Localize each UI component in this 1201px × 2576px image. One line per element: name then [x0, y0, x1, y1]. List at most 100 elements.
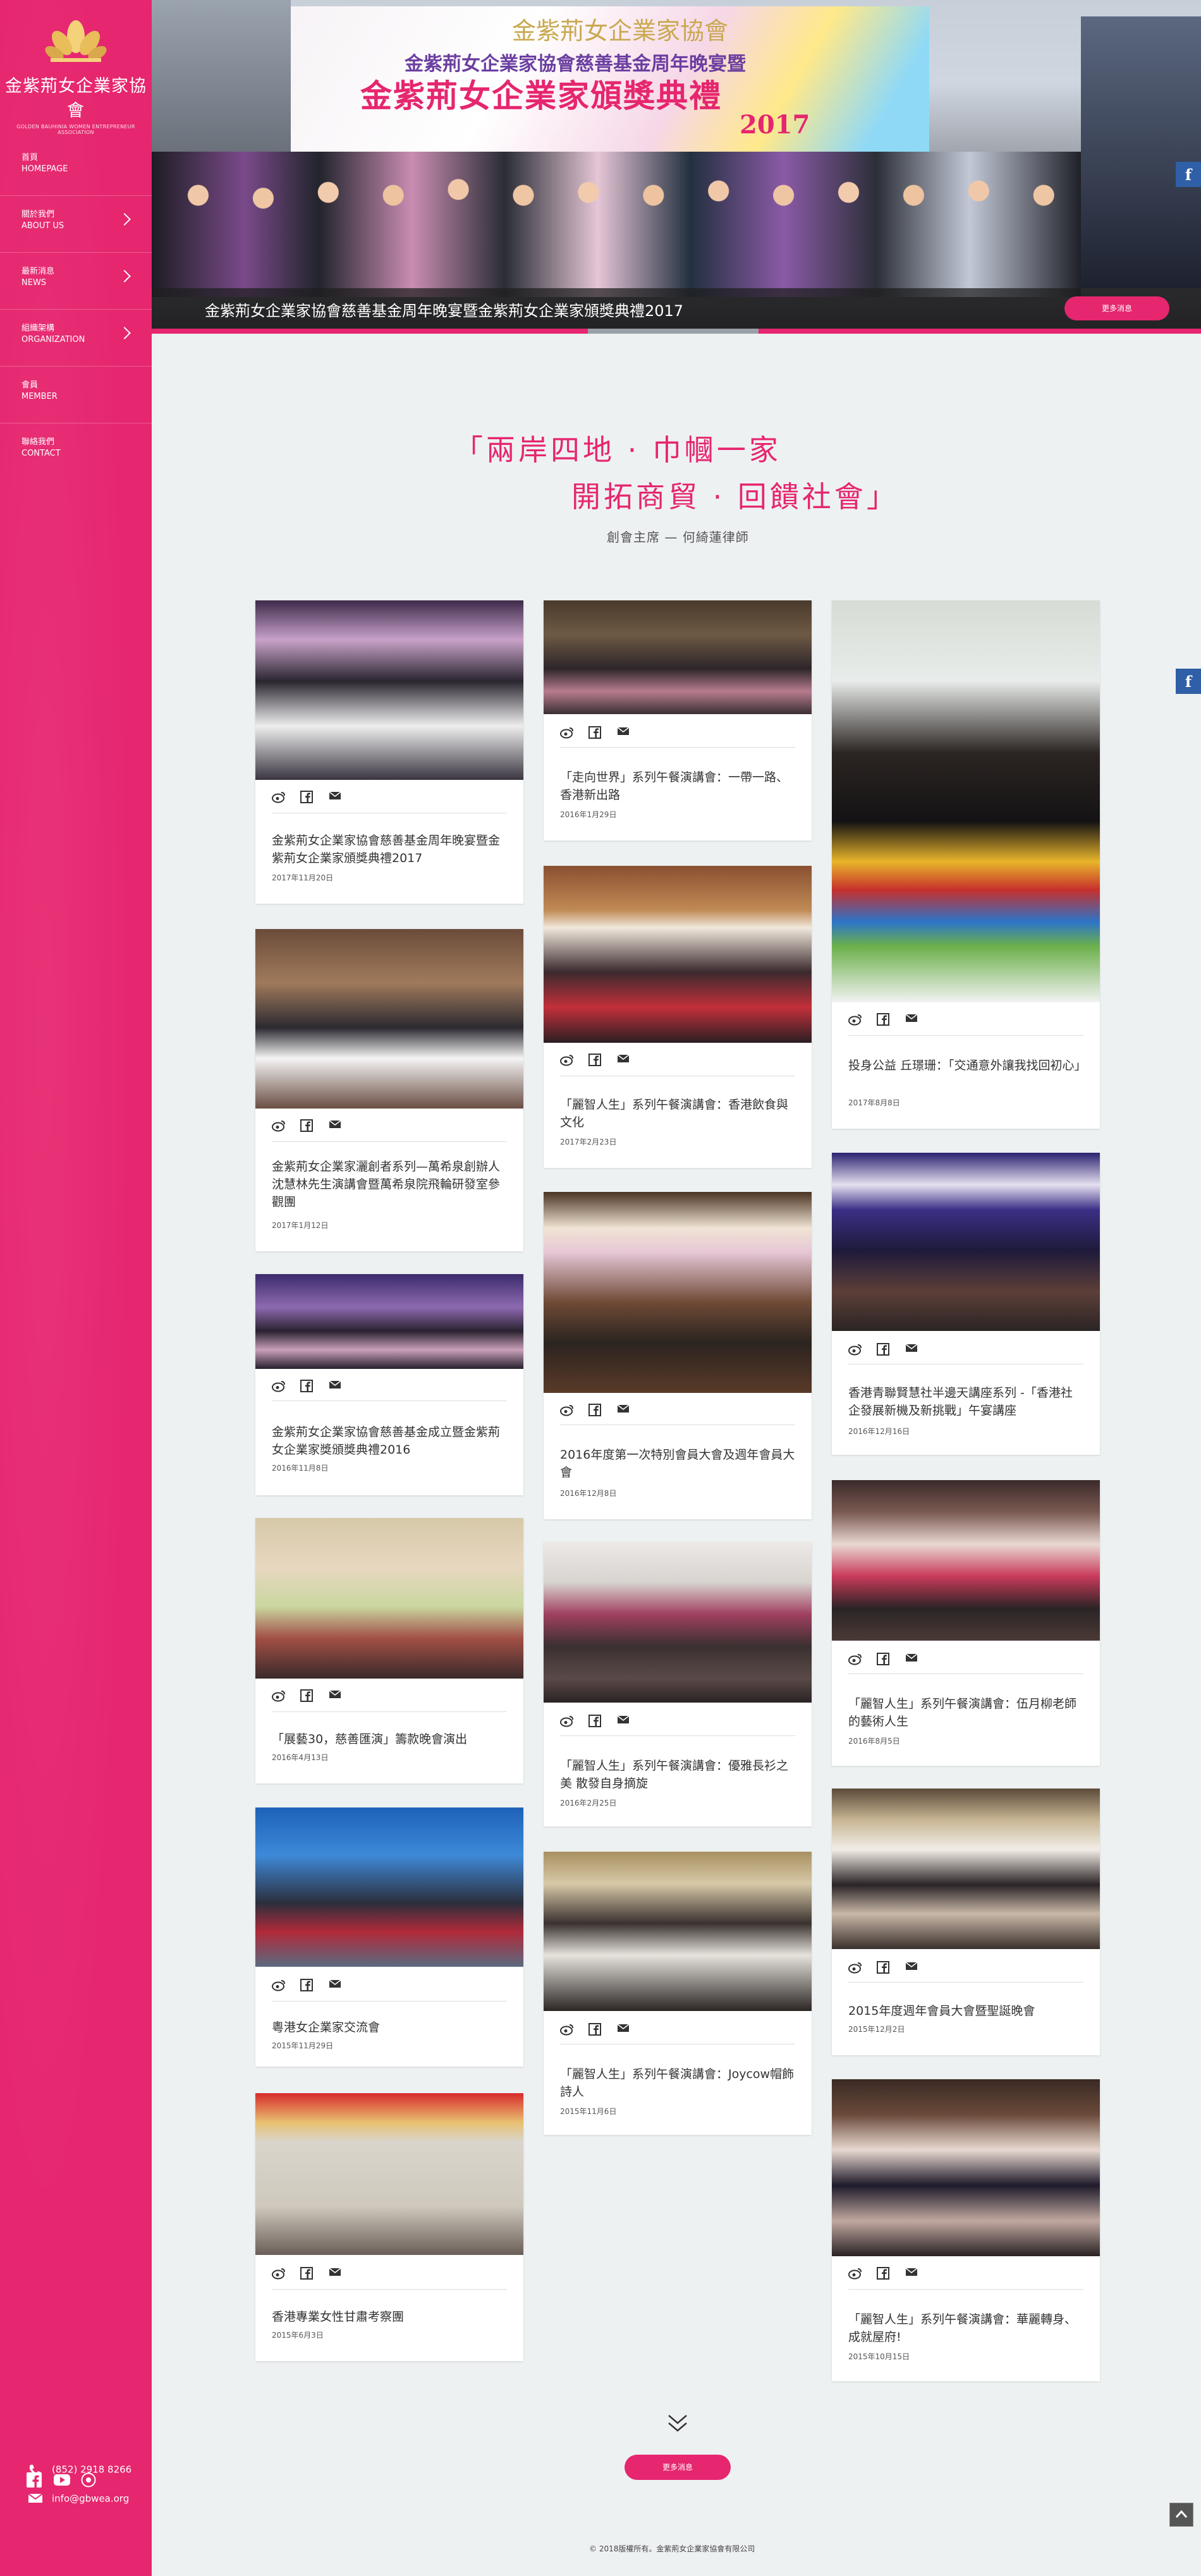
logo[interactable]: 金紫荊女企業家協會 GOLDEN BAUHINIA WOMEN ENTREPRE…: [0, 18, 152, 135]
weibo-icon[interactable]: [272, 1380, 286, 1392]
weibo-icon[interactable]: [272, 1119, 286, 1132]
news-card[interactable]: 2015年度週年會員大會暨聖誕晚會 2015年12月2日: [832, 1789, 1100, 2055]
scroll-to-top-icon[interactable]: [1169, 2503, 1193, 2527]
mail-icon[interactable]: [329, 791, 343, 803]
mail-icon[interactable]: [905, 1961, 919, 1974]
news-title[interactable]: 2016年度第一次特別會員大會及週年會員大會: [560, 1446, 795, 1481]
news-card[interactable]: 香港專業女性甘肅考察團 2015年6月3日: [255, 2093, 523, 2361]
weibo-icon[interactable]: [272, 2267, 286, 2280]
news-card[interactable]: 「麗智人生」系列午餐演講會：優雅長衫之美 散發自身摘旋 2016年2月25日: [544, 1542, 812, 1826]
mail-icon[interactable]: [329, 1380, 343, 1392]
news-title[interactable]: 「麗智人生」系列午餐演講會：Joycow帽飾詩人: [560, 2065, 795, 2101]
news-photo[interactable]: [832, 1789, 1100, 1949]
double-chevron-down-icon[interactable]: [666, 2412, 689, 2434]
play-icon[interactable]: [81, 2472, 96, 2488]
news-title[interactable]: 粵港女企業家交流會: [272, 2019, 507, 2036]
facebook-icon[interactable]: [877, 2266, 891, 2280]
hero-pagination-active[interactable]: [588, 329, 759, 334]
news-card[interactable]: 「展藝30，慈善匯演」籌款晚會演出 2016年4月13日: [255, 1518, 523, 1783]
mail-icon[interactable]: [905, 2267, 919, 2280]
news-title[interactable]: 金紫荊女企業家協會慈善基金成立暨金紫荊女企業家獎頒獎典禮2016: [272, 1423, 507, 1459]
news-card[interactable]: 「走向世界」系列午餐演講會：一帶一路、香港新出路 2016年1月29日: [544, 600, 812, 841]
news-card[interactable]: 「麗智人生」系列午餐演講會：香港飲食與文化 2017年2月23日: [544, 866, 812, 1168]
weibo-icon[interactable]: [272, 791, 286, 803]
mail-icon[interactable]: [617, 1054, 631, 1066]
nav-item-organization[interactable]: 組織架構 ORGANIZATION: [0, 310, 152, 367]
nav-item-homepage[interactable]: 首頁 HOMEPAGE: [0, 139, 152, 196]
facebook-icon[interactable]: [27, 2472, 42, 2488]
news-photo[interactable]: [544, 1542, 812, 1703]
weibo-icon[interactable]: [272, 1979, 286, 1991]
weibo-icon[interactable]: [560, 2023, 574, 2036]
news-photo[interactable]: [255, 1807, 523, 1967]
mail-icon[interactable]: [905, 1013, 919, 1026]
facebook-icon[interactable]: [588, 726, 602, 739]
facebook-icon[interactable]: [300, 1379, 314, 1392]
news-photo[interactable]: [832, 1480, 1100, 1641]
news-card[interactable]: 2016年度第一次特別會員大會及週年會員大會 2016年12月8日: [544, 1192, 812, 1519]
facebook-icon[interactable]: [588, 2022, 602, 2036]
news-card[interactable]: 「麗智人生」系列午餐演講會：伍月柳老師的藝術人生 2016年8月5日: [832, 1480, 1100, 1766]
youtube-icon[interactable]: [54, 2472, 71, 2488]
facebook-side-tab-icon[interactable]: f: [1176, 162, 1201, 187]
facebook-icon[interactable]: [300, 1689, 314, 1702]
news-card[interactable]: 金紫荊女企業家灑創者系列—萬希泉創辦人沈慧林先生演講會暨萬希泉院飛輪研發室參觀團…: [255, 929, 523, 1251]
news-card[interactable]: 金紫荊女企業家協會慈善基金周年晚宴暨金紫荊女企業家頒獎典禮2017 2017年1…: [255, 600, 523, 904]
news-photo[interactable]: [832, 1153, 1100, 1331]
hero-more-button[interactable]: 更多消息: [1064, 296, 1169, 320]
news-title[interactable]: 金紫荊女企業家協會慈善基金周年晚宴暨金紫荊女企業家頒獎典禮2017: [272, 832, 507, 867]
news-photo[interactable]: [544, 866, 812, 1043]
mail-icon[interactable]: [617, 726, 631, 739]
mail-icon[interactable]: [329, 1979, 343, 1991]
hero-caption[interactable]: 金紫荊女企業家協會慈善基金周年晚宴暨金紫荊女企業家頒獎典禮2017: [205, 298, 683, 320]
news-title[interactable]: 香港專業女性甘肅考察團: [272, 2308, 507, 2326]
news-card[interactable]: 粵港女企業家交流會 2015年11月29日: [255, 1807, 523, 2067]
news-title[interactable]: 「麗智人生」系列午餐演講會：華麗轉身、成就屋府!: [848, 2311, 1083, 2346]
mail-icon[interactable]: [329, 1689, 343, 1702]
nav-item-about-us[interactable]: 關於我們 ABOUT US: [0, 196, 152, 253]
weibo-icon[interactable]: [560, 1715, 574, 1727]
nav-item-member[interactable]: 會員 MEMBER: [0, 367, 152, 423]
weibo-icon[interactable]: [848, 1013, 862, 1026]
contact-email[interactable]: info@gbwea.org: [28, 2493, 129, 2505]
news-photo[interactable]: [255, 2093, 523, 2255]
weibo-icon[interactable]: [848, 2267, 862, 2280]
news-photo[interactable]: [832, 600, 1100, 1002]
news-title[interactable]: 「麗智人生」系列午餐演講會：伍月柳老師的藝術人生: [848, 1695, 1083, 1730]
weibo-icon[interactable]: [560, 1404, 574, 1416]
weibo-icon[interactable]: [272, 1689, 286, 1702]
weibo-icon[interactable]: [560, 1054, 574, 1066]
facebook-icon[interactable]: [877, 1342, 891, 1356]
hero-slider[interactable]: 金紫荊女企業家協會 金紫荊女企業家協會慈善基金周年晚宴暨 金紫荊女企業家頒獎典禮…: [152, 0, 1201, 334]
news-photo[interactable]: [255, 1274, 523, 1369]
facebook-icon[interactable]: [300, 2266, 314, 2280]
news-title[interactable]: 香港青聯賢慧社半邊天講座系列 -「香港社企發展新機及新挑戰」午宴講座: [848, 1384, 1083, 1419]
news-photo[interactable]: [832, 2079, 1100, 2256]
news-title[interactable]: 「走向世界」系列午餐演講會：一帶一路、香港新出路: [560, 769, 795, 804]
news-card[interactable]: 金紫荊女企業家協會慈善基金成立暨金紫荊女企業家獎頒獎典禮2016 2016年11…: [255, 1274, 523, 1495]
news-title[interactable]: 「麗智人生」系列午餐演講會：優雅長衫之美 散發自身摘旋: [560, 1757, 795, 1792]
news-photo[interactable]: [544, 1852, 812, 2011]
load-more-button[interactable]: 更多消息: [625, 2455, 731, 2480]
news-title[interactable]: 投身公益 丘璟珊：「交通意外讓我找回初心」: [848, 1057, 1087, 1074]
news-photo[interactable]: [255, 1518, 523, 1679]
nav-item-contact[interactable]: 聯絡我們 CONTACT: [0, 423, 152, 480]
facebook-icon[interactable]: [300, 790, 314, 803]
facebook-icon[interactable]: [300, 1978, 314, 1991]
facebook-icon[interactable]: [588, 1403, 602, 1416]
news-title[interactable]: 「展藝30，慈善匯演」籌款晚會演出: [272, 1730, 507, 1748]
news-title[interactable]: 2015年度週年會員大會暨聖誕晚會: [848, 2002, 1083, 2020]
news-photo[interactable]: [255, 600, 523, 780]
mail-icon[interactable]: [617, 1404, 631, 1416]
mail-icon[interactable]: [905, 1653, 919, 1665]
weibo-icon[interactable]: [848, 1653, 862, 1665]
news-card[interactable]: 香港青聯賢慧社半邊天講座系列 -「香港社企發展新機及新挑戰」午宴講座 2016年…: [832, 1153, 1100, 1455]
news-photo[interactable]: [255, 929, 523, 1109]
news-photo[interactable]: [544, 600, 812, 714]
mail-icon[interactable]: [329, 1119, 343, 1132]
facebook-icon[interactable]: [588, 1053, 602, 1066]
mail-icon[interactable]: [617, 2023, 631, 2036]
facebook-icon[interactable]: [300, 1119, 314, 1132]
news-card[interactable]: 「麗智人生」系列午餐演講會：華麗轉身、成就屋府! 2015年10月15日: [832, 2079, 1100, 2381]
facebook-icon[interactable]: [588, 1714, 602, 1727]
